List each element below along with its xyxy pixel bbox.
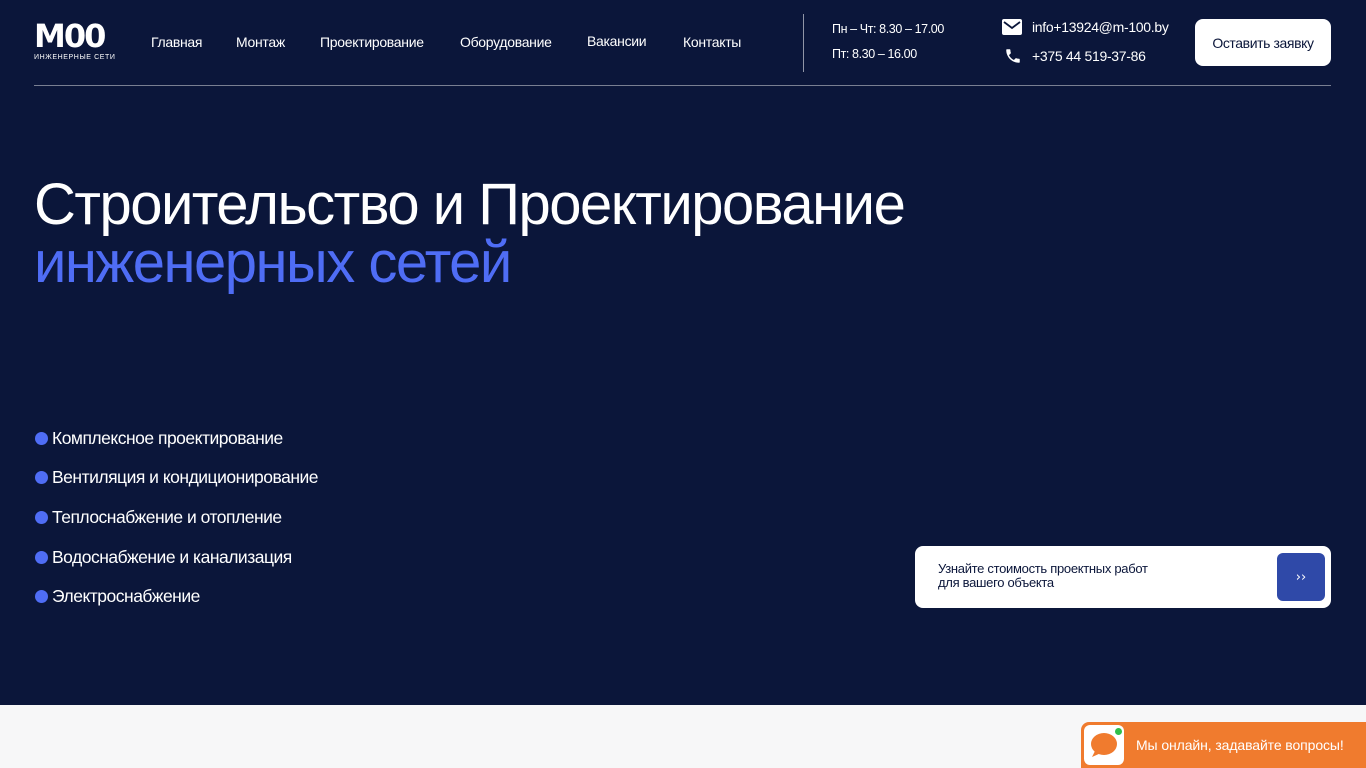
nav-item-installation[interactable]: Монтаж [236,34,285,50]
chat-icon-box[interactable] [1084,725,1124,765]
service-label: Вентиляция и кондиционирование [52,467,319,488]
nav-item-vacancies[interactable]: Вакансии [587,33,647,49]
headline-line-2: инженерных сетей [34,230,512,295]
hours-friday: Пт: 8.30 – 16.00 [832,47,917,61]
phone-contact[interactable]: +375 44 519-37-86 [1004,47,1146,65]
chat-bubble-icon [1091,733,1117,757]
list-item: Электроснабжение [35,585,318,609]
list-item: Водоснабжение и канализация [35,545,318,569]
bullet-dot-icon [35,550,48,564]
phone-icon [1006,49,1020,63]
bullet-dot-icon [35,431,48,445]
hero-section: M00 ИНЖЕНЕРНЫЕ СЕТИ Главная Монтаж Проек… [0,0,1366,705]
phone-link[interactable]: +375 44 519-37-86 [1032,48,1146,64]
list-item: Теплоснабжение и отопление [35,505,318,529]
leave-request-button[interactable]: Оставить заявку [1195,19,1331,66]
bullet-dot-icon [35,510,48,524]
site-header: M00 ИНЖЕНЕРНЫЕ СЕТИ Главная Монтаж Проек… [34,14,1331,86]
list-item: Комплексное проектирование [35,426,318,450]
nav-item-equipment[interactable]: Оборудование [460,34,552,50]
email-link[interactable]: info+13924@m-100.by [1032,19,1169,35]
logo-mark: M00 [34,17,106,55]
online-status-dot [1114,727,1123,736]
services-list: Комплексное проектирование Вентиляция и … [35,426,319,624]
bullet-dot-icon [35,471,48,485]
service-label: Теплоснабжение и отопление [52,506,282,527]
price-quote-card[interactable]: Узнайте стоимость проектных работ для ва… [915,546,1331,608]
quote-arrow-button[interactable]: ›› [1277,553,1325,601]
quote-line-1: Узнайте стоимость проектных работ [938,561,1148,576]
chat-widget[interactable]: Мы онлайн, задавайте вопросы! [1081,722,1366,768]
headline-line-1: Строительство и Проектирование [34,172,906,237]
service-label: Комплексное проектирование [52,427,283,448]
chat-widget-text: Мы онлайн, задавайте вопросы! [1136,737,1344,753]
service-label: Электроснабжение [52,586,200,607]
hours-weekdays: Пн – Чт: 8.30 – 17.00 [832,22,944,36]
header-divider [803,14,804,72]
email-contact[interactable]: info+13924@m-100.by [1002,19,1169,35]
bullet-dot-icon [35,590,48,604]
list-item: Вентиляция и кондиционирование [35,466,319,490]
service-label: Водоснабжение и канализация [52,546,292,567]
quote-line-2: для вашего объекта [938,575,1054,590]
hero-headline: Строительство и Проектирование инженерны… [34,172,906,295]
mail-icon [1002,19,1022,35]
nav-item-contacts[interactable]: Контакты [683,34,741,50]
nav-item-design[interactable]: Проектирование [320,34,424,50]
nav-item-home[interactable]: Главная [151,34,202,50]
logo[interactable]: M00 ИНЖЕНЕРНЫЕ СЕТИ [34,17,118,64]
logo-subtitle: ИНЖЕНЕРНЫЕ СЕТИ [34,54,116,61]
quote-text: Узнайте стоимость проектных работ для ва… [938,562,1178,590]
